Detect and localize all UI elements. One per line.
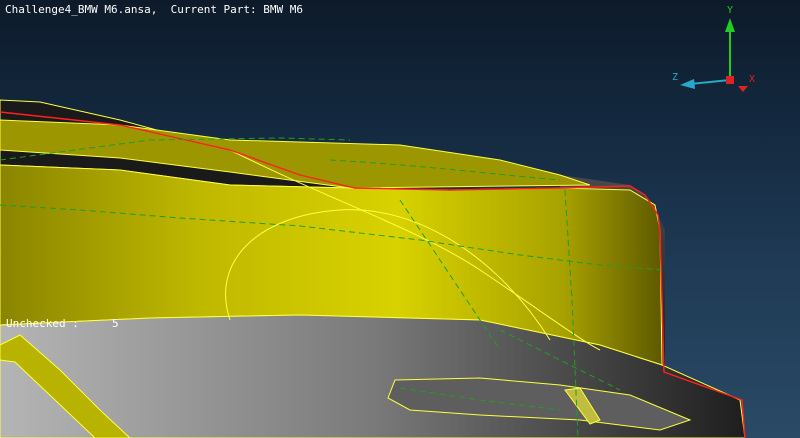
z-axis-arrow-icon (680, 79, 695, 89)
status-label: Unchecked : (6, 317, 79, 330)
z-axis-label: Z (672, 72, 679, 83)
x-axis-arrow-icon (738, 86, 748, 92)
check-status-readout: Unchecked : 5 (6, 317, 119, 330)
y-axis-arrow-icon (725, 18, 735, 32)
3d-viewport[interactable]: Challenge4_BMW M6.ansa, Current Part: BM… (0, 0, 800, 438)
x-axis-label: X (749, 74, 756, 85)
y-axis-label: Y (727, 5, 734, 16)
axis-triad-graphic (680, 18, 748, 92)
axis-triad: Y Z X (668, 2, 758, 97)
x-axis-marker-icon (726, 76, 734, 84)
current-part-name: BMW M6 (263, 3, 304, 16)
status-count: 5 (111, 317, 119, 330)
current-part-label: Current Part: (170, 3, 257, 16)
viewport-title: Challenge4_BMW M6.ansa, Current Part: BM… (5, 3, 303, 16)
model-filename: Challenge4_BMW M6.ansa, (5, 3, 158, 16)
